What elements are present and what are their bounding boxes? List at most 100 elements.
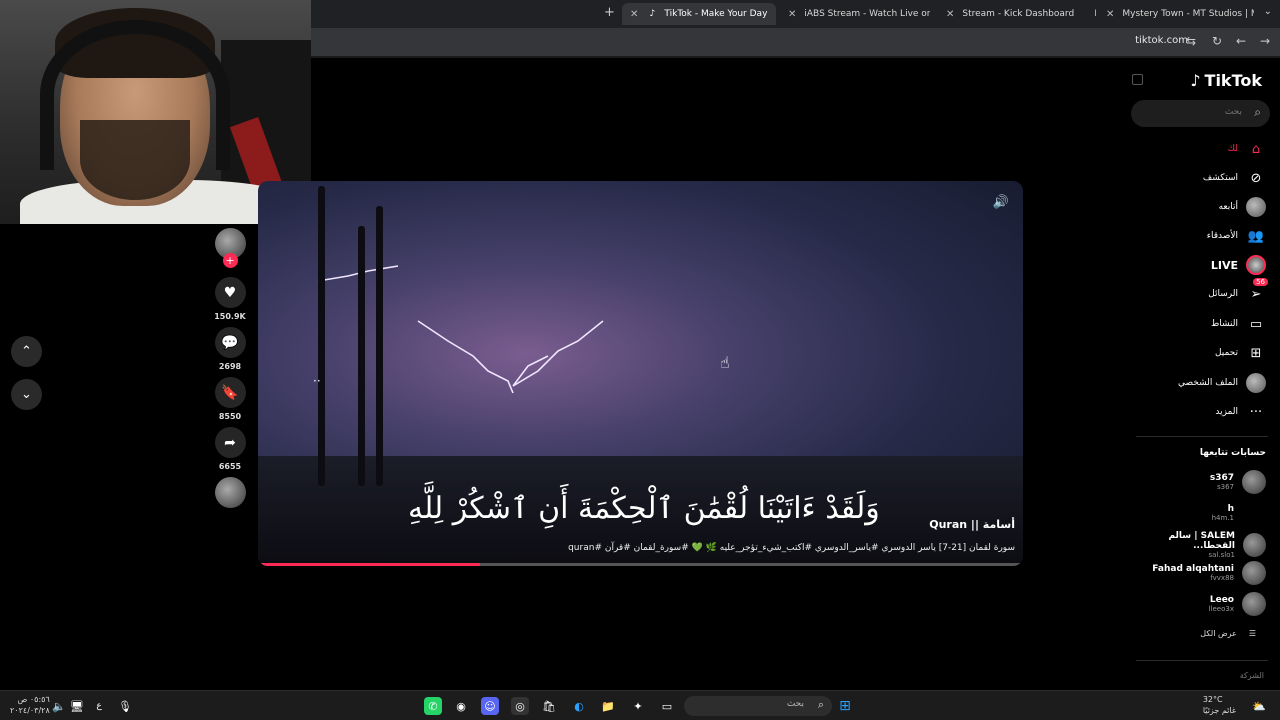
close-tab-icon[interactable]: ✕: [788, 9, 796, 20]
sidebar-item-profile[interactable]: الملف الشخصي: [1178, 373, 1266, 393]
more-options-icon[interactable]: ··: [313, 374, 321, 388]
share-count: 6655: [218, 462, 242, 471]
more-icon: ···: [1249, 404, 1263, 420]
weather-widget[interactable]: 32°C غائم جزئيًا: [1203, 694, 1236, 716]
sidebar-item-messages[interactable]: ➢ 56 الرسائل: [1208, 278, 1268, 304]
tab-mystery-town[interactable]: ✕ Mystery Town - MT Studios | M M: [1098, 3, 1254, 25]
comment-button[interactable]: 💬: [214, 327, 246, 358]
reload-icon[interactable]: ↻: [1212, 34, 1222, 48]
save-count: 8550: [218, 412, 242, 421]
avatar: [1242, 561, 1266, 585]
hand-cursor-icon: ☝: [720, 353, 730, 372]
volume-icon[interactable]: 🔈: [50, 697, 68, 715]
chevron-down-icon[interactable]: ⌄: [1264, 6, 1272, 17]
follow-plus-icon[interactable]: +: [222, 253, 238, 268]
sidebar-item-upload[interactable]: ⊞ تحميل: [1215, 343, 1266, 363]
chrome-icon[interactable]: ◎: [511, 697, 529, 715]
previous-video-button[interactable]: ⌃: [11, 336, 42, 367]
close-tab-icon[interactable]: ✕: [630, 9, 638, 20]
next-video-button[interactable]: ⌄: [11, 379, 42, 410]
share-icon: ➦: [224, 434, 236, 451]
avatar: [1242, 592, 1266, 616]
live-icon: [1246, 255, 1266, 275]
close-tab-icon[interactable]: ✕: [946, 9, 954, 20]
close-tab-icon[interactable]: ✕: [1106, 9, 1114, 20]
tab-tiktok[interactable]: ✕ ♪ TikTok - Make Your Day: [622, 3, 776, 25]
discord-icon[interactable]: ☺: [481, 697, 499, 715]
share-button[interactable]: ➦: [214, 427, 246, 458]
kick-icon: K: [1094, 8, 1096, 20]
activity-icon: ▭: [1249, 316, 1263, 332]
palm-tree: [376, 206, 383, 486]
following-account[interactable]: Fahad alqahtani fvvx88: [1152, 561, 1266, 585]
store-icon[interactable]: 🛍: [540, 697, 558, 715]
see-all-button[interactable]: ☰ عرض الكل: [1200, 629, 1256, 638]
list-icon: ☰: [1248, 629, 1256, 638]
upload-icon: ⊞: [1250, 345, 1262, 361]
like-button[interactable]: ♥: [214, 277, 246, 308]
taskbar-search-input[interactable]: بحث ⌕: [684, 696, 832, 716]
tiktok-icon: ♪: [1190, 71, 1201, 90]
bookmark-icon: 🔖: [221, 384, 239, 401]
site-settings-icon[interactable]: ⇆: [1186, 34, 1196, 48]
folder-icon[interactable]: 📁: [599, 697, 617, 715]
palm-tree: [358, 226, 365, 486]
sound-icon[interactable]: 🔊: [993, 195, 1009, 210]
tiktok-icon: ♪: [649, 9, 656, 19]
sidebar-item-for-you[interactable]: ⌂ لك: [1228, 139, 1266, 159]
following-account[interactable]: SALEM | سالم القحطا... sal.slo1: [1128, 531, 1266, 559]
save-button[interactable]: 🔖: [214, 377, 246, 408]
back-icon[interactable]: ←: [1236, 34, 1246, 48]
network-icon[interactable]: 🖥: [68, 697, 86, 715]
following-account[interactable]: Leeo lleeo3x: [1209, 592, 1266, 616]
sidebar-item-explore[interactable]: ⊘ استكشف: [1203, 168, 1266, 188]
sound-disc[interactable]: [214, 477, 246, 508]
weather-icon[interactable]: ⛅: [1250, 697, 1268, 715]
obs-icon[interactable]: ◉: [452, 697, 470, 715]
video-player[interactable]: ·· 🔊 وَلَقَدْ ءَاتَيْنَا لُقْمَٰنَ ٱلْحِ…: [258, 181, 1023, 566]
forward-icon[interactable]: →: [1260, 34, 1270, 48]
messages-badge: 56: [1253, 278, 1268, 286]
headset: [40, 20, 230, 170]
creator-avatar[interactable]: +: [214, 228, 246, 268]
progress-bar[interactable]: [260, 563, 481, 566]
sidebar-item-activity[interactable]: ▭ النشاط: [1211, 314, 1266, 334]
company-link[interactable]: الشركة: [1240, 671, 1264, 680]
copilot-icon[interactable]: ✦: [629, 697, 647, 715]
heart-icon: ♥: [223, 284, 237, 301]
sidebar-item-live[interactable]: LIVE: [1211, 255, 1266, 275]
edge-icon[interactable]: ◐: [570, 697, 588, 715]
search-input[interactable]: بحث ⌕: [1131, 100, 1270, 127]
divider: [1136, 436, 1268, 437]
compass-icon: ⊘: [1250, 170, 1262, 186]
screen: + ✕ ♪ TikTok - Make Your Day ✕ iABS Stre…: [0, 0, 1280, 720]
search-icon[interactable]: ⌕: [1254, 105, 1261, 120]
microphone-icon[interactable]: 🎙: [116, 697, 134, 715]
following-account[interactable]: s367 s367: [1210, 470, 1266, 494]
tab-kick-dashboard[interactable]: ✕ Stream - Kick Dashboard K: [938, 3, 1096, 25]
tab-label: iABS Stream - Watch Live on Ki: [804, 9, 930, 19]
task-view-icon[interactable]: ▭: [658, 697, 676, 715]
collapse-panel-icon[interactable]: [1132, 74, 1143, 85]
sidebar-item-following[interactable]: أتابعه: [1219, 197, 1266, 217]
following-account[interactable]: h h4m.1: [1212, 501, 1266, 525]
sidebar: ♪ TikTok بحث ⌕ ⌂ لك ⊘ استكشف أتابعه 👥 الأ…: [1128, 58, 1280, 690]
friends-icon: 👥: [1247, 228, 1265, 244]
whatsapp-icon[interactable]: ✆: [424, 697, 442, 715]
sidebar-item-friends[interactable]: 👥 الأصدقاء: [1207, 226, 1266, 246]
tiktok-logo[interactable]: ♪ TikTok: [1190, 71, 1262, 90]
new-tab-button[interactable]: +: [604, 5, 615, 20]
language-indicator[interactable]: ع: [90, 697, 108, 715]
chevron-down-icon: ⌄: [21, 387, 32, 402]
tab-iabs-stream[interactable]: ✕ iABS Stream - Watch Live on Ki K: [780, 3, 930, 25]
avatar: [1242, 501, 1266, 525]
clock[interactable]: ٠٥:٥٦ ص ٢٠٢٤/٠٣/٢٨: [10, 694, 50, 716]
search-placeholder: بحث: [1224, 107, 1242, 117]
sidebar-item-more[interactable]: ··· المزيد: [1215, 402, 1266, 422]
video-author[interactable]: أسامة || Quran: [929, 518, 1015, 531]
url-field[interactable]: tiktok.com: [1135, 35, 1188, 46]
windows-start-icon[interactable]: ⊞: [836, 697, 854, 715]
home-icon: ⌂: [1251, 141, 1261, 157]
video-caption: سورة لقمان [21-7] ياسر الدوسري #ياسر_الد…: [568, 543, 1015, 553]
action-bar: + ♥ 150.9K 💬 2698 🔖 8550 ➦ 6655: [212, 228, 248, 514]
